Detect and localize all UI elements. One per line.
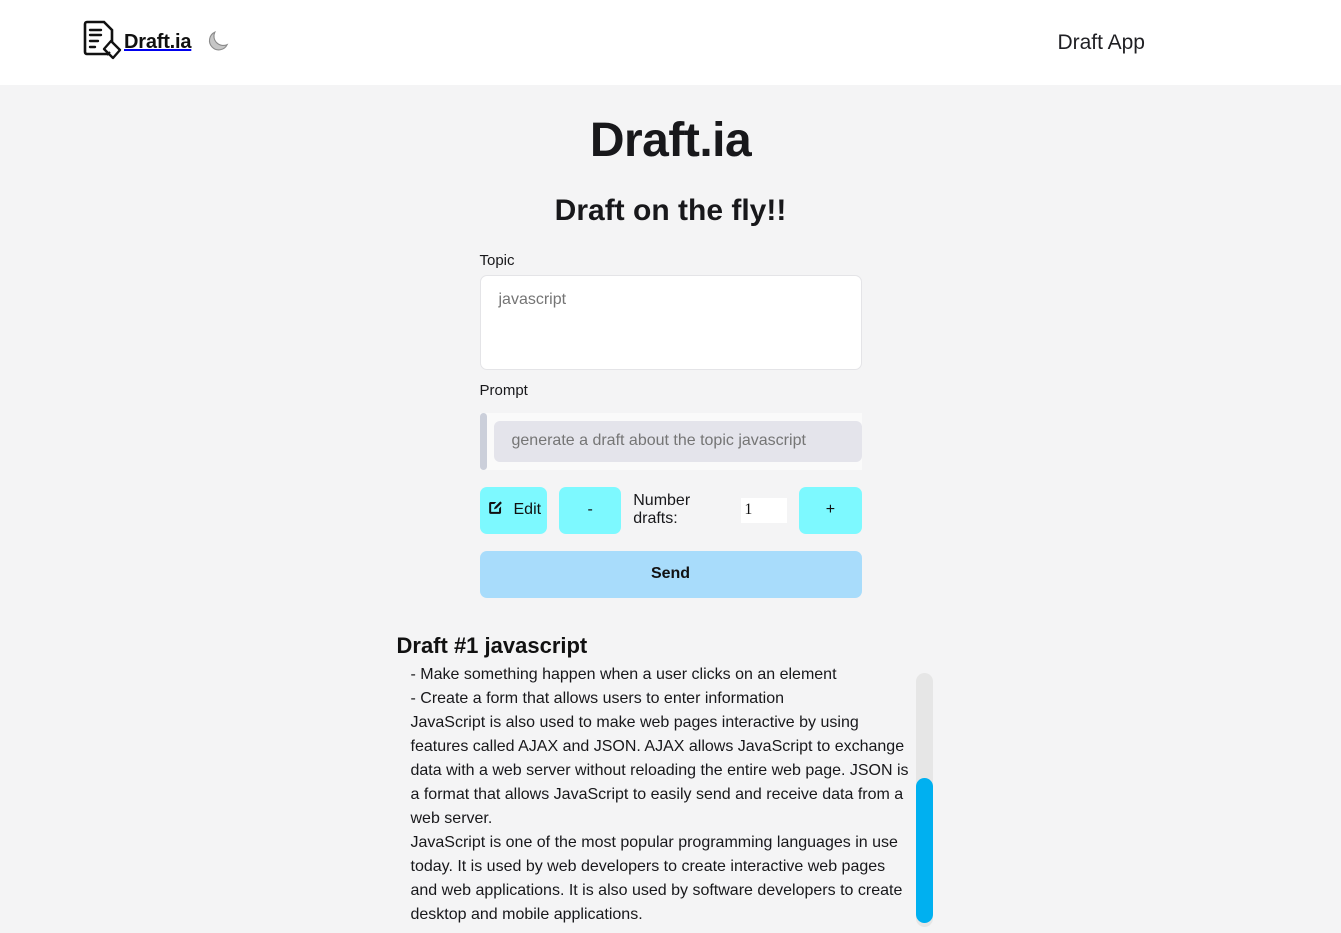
topic-label: Topic: [479, 251, 515, 269]
nav-link-draft-app[interactable]: Draft App: [1057, 31, 1145, 55]
drafts-count-group: Number drafts:: [633, 492, 788, 528]
send-button[interactable]: Send: [479, 550, 862, 598]
draft-body-text: - Make something happen when a user clic…: [410, 665, 909, 923]
draft-text-scroll-area[interactable]: - Make something happen when a user clic…: [397, 665, 942, 927]
decrement-drafts-button[interactable]: -: [559, 486, 622, 534]
brand-name: Draft.ia: [124, 31, 192, 53]
app-header: Draft.ia Draft App: [0, 0, 1341, 85]
draft-form: Topic Prompt Edit - Number drafts:: [479, 227, 862, 598]
brand: Draft.ia: [82, 19, 231, 66]
pencil-square-icon: [486, 498, 505, 522]
increment-drafts-button[interactable]: +: [799, 486, 862, 534]
prompt-scroll-rail[interactable]: [479, 412, 487, 470]
prompt-label: Prompt: [479, 381, 528, 399]
drafts-count-label: Number drafts:: [633, 492, 691, 528]
prompt-container: [479, 412, 862, 470]
page-subtitle: Draft on the fly!!: [554, 193, 787, 227]
topic-input[interactable]: [479, 274, 862, 370]
edit-button[interactable]: Edit: [479, 486, 548, 534]
page-title: Draft.ia: [589, 114, 752, 167]
main-content: Draft.ia Draft on the fly!! Topic Prompt…: [0, 85, 1341, 933]
controls-row: Edit - Number drafts: +: [479, 486, 862, 534]
drafts-count-input[interactable]: [741, 497, 788, 523]
theme-toggle-button[interactable]: [205, 28, 231, 57]
draft-result-title: Draft #1 javascript: [396, 632, 588, 658]
edit-button-label: Edit: [513, 501, 542, 519]
scrollbar-thumb[interactable]: [915, 777, 933, 923]
prompt-input[interactable]: [493, 420, 862, 462]
brand-home-link[interactable]: Draft.ia: [82, 19, 192, 66]
document-pencil-icon: [82, 19, 122, 66]
draft-result: Draft #1 javascript - Make something hap…: [391, 633, 951, 933]
moon-icon: [205, 28, 231, 57]
